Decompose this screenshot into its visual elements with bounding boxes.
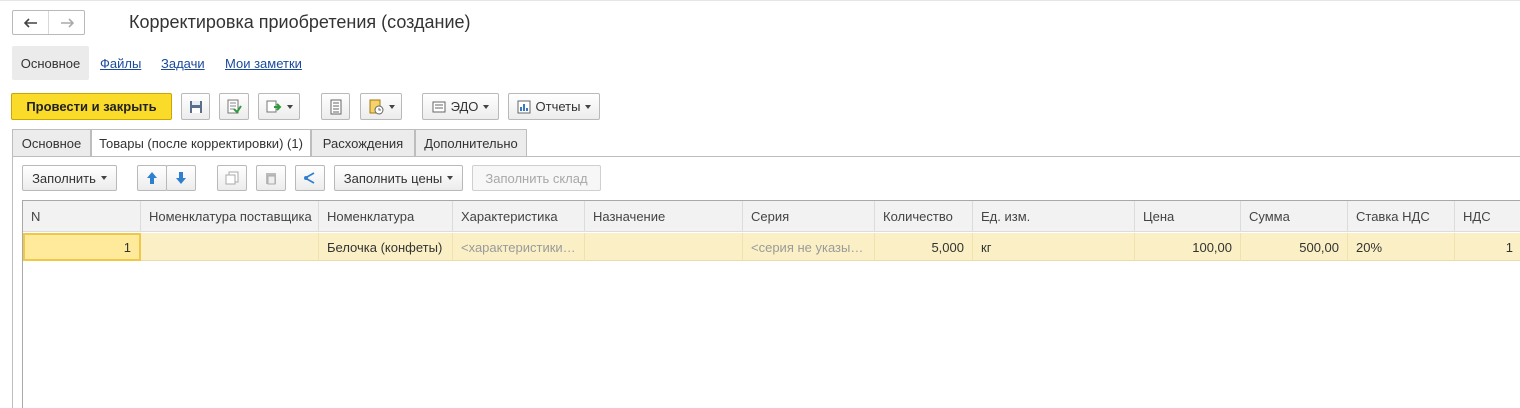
create-based-on-button[interactable] xyxy=(258,93,300,120)
column-header-n[interactable]: N xyxy=(23,201,141,232)
list-document-icon xyxy=(330,99,341,114)
movements-button[interactable] xyxy=(321,93,350,120)
column-header-vat[interactable]: НДС xyxy=(1455,201,1520,232)
column-header-series[interactable]: Серия xyxy=(743,201,875,232)
cell-sum[interactable]: 500,00 xyxy=(1241,233,1348,261)
arrow-right-icon xyxy=(60,17,74,28)
move-up-button[interactable] xyxy=(137,165,167,191)
column-header-supplier-item[interactable]: Номенклатура поставщика xyxy=(141,201,319,232)
chevron-down-icon xyxy=(286,104,293,109)
split-row-button[interactable] xyxy=(295,165,325,191)
back-button[interactable] xyxy=(13,11,48,34)
tab-additional[interactable]: Дополнительно xyxy=(415,129,527,156)
arrow-up-icon xyxy=(147,172,157,184)
fill-button[interactable]: Заполнить xyxy=(22,165,117,191)
cell-item[interactable]: Белочка (конфеты) xyxy=(319,233,453,261)
chevron-down-icon xyxy=(388,104,395,109)
split-icon xyxy=(304,172,315,184)
column-header-purpose[interactable]: Назначение xyxy=(585,201,743,232)
cell-supplier-item[interactable] xyxy=(141,233,319,261)
table-header: N Номенклатура поставщика Номенклатура Х… xyxy=(23,201,1520,232)
section-files-link[interactable]: Файлы xyxy=(100,56,141,71)
tab-divider xyxy=(12,156,1520,157)
copy-rows-button[interactable] xyxy=(217,165,247,191)
reports-button[interactable]: Отчеты xyxy=(508,93,600,120)
tab-discrepancies[interactable]: Расхождения xyxy=(311,129,415,156)
document-actions-button[interactable] xyxy=(360,93,402,120)
tab-main[interactable]: Основное xyxy=(12,129,91,156)
move-down-button[interactable] xyxy=(166,165,196,191)
reports-label: Отчеты xyxy=(535,99,581,114)
section-main[interactable]: Основное xyxy=(12,46,89,80)
fill-prices-label: Заполнить цены xyxy=(343,170,443,186)
cell-purpose[interactable] xyxy=(585,233,743,261)
page-title: Корректировка приобретения (создание) xyxy=(129,12,471,32)
post-button[interactable] xyxy=(219,93,249,120)
chevron-down-icon xyxy=(483,104,490,109)
tab-goods-after-correction[interactable]: Товары (после корректировки) (1) xyxy=(91,129,311,157)
fill-prices-button[interactable]: Заполнить цены xyxy=(334,165,463,191)
cell-quantity[interactable]: 5,000 xyxy=(875,233,973,261)
cell-unit[interactable]: кг xyxy=(973,233,1135,261)
section-notes-link[interactable]: Мои заметки xyxy=(225,56,302,71)
column-header-unit[interactable]: Ед. изм. xyxy=(973,201,1135,232)
table-row[interactable]: 1 Белочка (конфеты) <характеристики… <се… xyxy=(23,233,1520,261)
document-clock-icon xyxy=(369,99,383,114)
edo-icon xyxy=(432,101,446,112)
cell-series[interactable]: <серия не указы… xyxy=(743,233,875,261)
column-header-quantity[interactable]: Количество xyxy=(875,201,973,232)
forward-button[interactable] xyxy=(48,11,84,34)
column-header-price[interactable]: Цена xyxy=(1135,201,1241,232)
column-header-characteristic[interactable]: Характеристика xyxy=(453,201,585,232)
copy-icon xyxy=(225,171,239,185)
paste-rows-button[interactable] xyxy=(256,165,286,191)
post-and-close-button[interactable]: Провести и закрыть xyxy=(11,93,172,120)
cell-price[interactable]: 100,00 xyxy=(1135,233,1241,261)
column-header-vat-rate[interactable]: Ставка НДС xyxy=(1348,201,1455,232)
chevron-down-icon xyxy=(585,104,592,109)
fill-warehouse-button: Заполнить склад xyxy=(472,165,601,191)
paste-icon xyxy=(266,173,276,185)
cell-characteristic[interactable]: <характеристики… xyxy=(453,233,585,261)
post-and-close-label: Провести и закрыть xyxy=(26,99,157,114)
chevron-down-icon xyxy=(447,176,454,180)
goods-table[interactable]: N Номенклатура поставщика Номенклатура Х… xyxy=(22,200,1520,408)
arrow-down-icon xyxy=(176,172,186,184)
create-based-icon xyxy=(266,100,281,112)
save-button[interactable] xyxy=(181,93,210,120)
edo-button[interactable]: ЭДО xyxy=(422,93,499,120)
section-tasks-link[interactable]: Задачи xyxy=(161,56,205,71)
panel-border xyxy=(12,156,13,408)
fill-label: Заполнить xyxy=(32,170,96,186)
history-nav xyxy=(12,10,85,35)
chevron-down-icon xyxy=(100,176,107,180)
floppy-icon xyxy=(189,100,202,113)
fill-warehouse-label: Заполнить склад xyxy=(485,170,588,186)
arrow-left-icon xyxy=(23,17,37,28)
cell-vat-rate[interactable]: 20% xyxy=(1348,233,1455,261)
report-chart-icon xyxy=(517,100,531,113)
post-document-icon xyxy=(227,99,242,114)
column-header-sum[interactable]: Сумма xyxy=(1241,201,1348,232)
column-header-item[interactable]: Номенклатура xyxy=(319,201,453,232)
cell-vat[interactable]: 1 xyxy=(1455,233,1520,261)
cell-n[interactable]: 1 xyxy=(23,233,141,261)
edo-label: ЭДО xyxy=(450,99,479,114)
top-divider xyxy=(0,0,1520,1)
